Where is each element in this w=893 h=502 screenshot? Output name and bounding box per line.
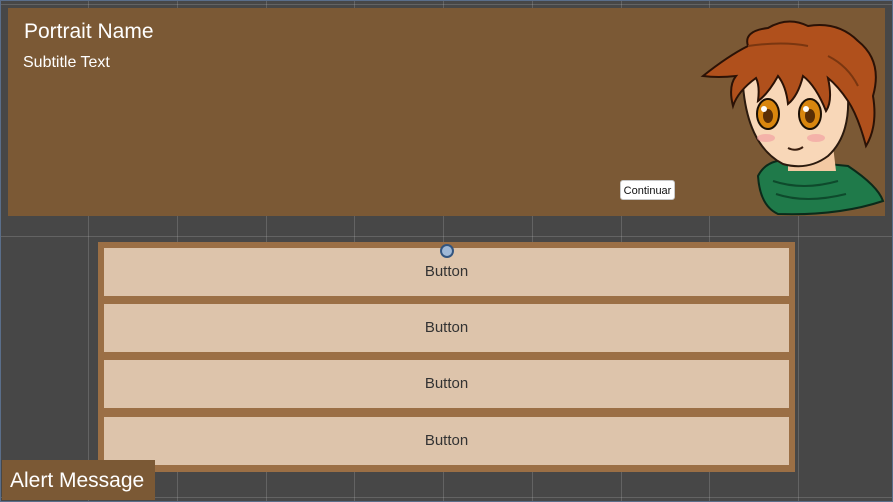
- portrait-name: Portrait Name: [24, 20, 154, 43]
- alert-message: Alert Message: [2, 460, 155, 500]
- choice-button-2[interactable]: Button: [104, 304, 789, 352]
- choice-button-panel: Button Button Button Button: [98, 242, 795, 472]
- choice-button-4[interactable]: Button: [104, 417, 789, 465]
- choice-button-3[interactable]: Button: [104, 360, 789, 408]
- character-portrait-image: [700, 20, 885, 216]
- pivot-handle-icon[interactable]: [440, 244, 454, 258]
- continue-button[interactable]: Continuar: [620, 180, 675, 200]
- portrait-panel: Portrait Name Subtitle Text Continuar: [8, 8, 885, 216]
- subtitle-text: Subtitle Text: [23, 54, 110, 71]
